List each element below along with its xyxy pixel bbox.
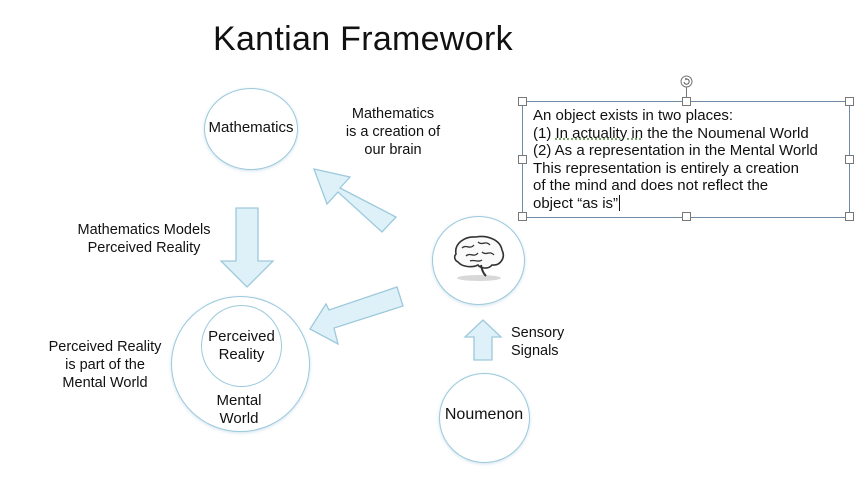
brain-icon — [453, 235, 505, 281]
perceived-part-line2: is part of the — [65, 357, 145, 373]
sensory-signals-label: Sensory Signals — [511, 324, 564, 360]
math-creation-line3: our brain — [364, 142, 422, 158]
rotate-handle-icon[interactable] — [680, 75, 693, 88]
selected-text-box[interactable]: An object exists in two places: (1) In a… — [522, 101, 850, 218]
textbox-line4: This representation is entirely a creati… — [533, 159, 799, 177]
textbox-line5: of the mind and does not reflect the — [533, 177, 769, 194]
math-creation-label: Mathematics is a creation of our brain — [323, 105, 463, 159]
resize-handle-nw[interactable] — [518, 97, 527, 106]
textbox-line2: (1) In actuality in the the Noumenal Wor… — [523, 125, 849, 143]
resize-handle-n[interactable] — [682, 97, 691, 106]
perceived-reality-line2: Reality — [218, 346, 265, 363]
perceived-reality-label: Perceived Reality — [201, 328, 282, 364]
textbox-line1: An object exists in two places: — [533, 107, 734, 124]
math-models-line2: Perceived Reality — [87, 240, 201, 256]
resize-handle-w[interactable] — [518, 155, 527, 164]
resize-handle-se[interactable] — [845, 212, 854, 221]
arrow-brain-to-math — [312, 168, 398, 233]
arrow-noumenon-to-brain — [463, 319, 503, 361]
sensory-line1: Sensory — [511, 325, 565, 341]
mathematics-label: Mathematics — [208, 119, 294, 136]
resize-handle-s[interactable] — [682, 212, 691, 221]
noumenon-label: Noumenon — [444, 406, 524, 423]
mental-world-line2: World — [219, 410, 259, 427]
math-creation-line1: Mathematics — [351, 106, 435, 122]
resize-handle-e[interactable] — [845, 155, 854, 164]
perceived-part-label: Perceived Reality is part of the Mental … — [38, 338, 172, 392]
math-creation-line2: is a creation of — [345, 124, 441, 140]
perceived-part-line3: Mental World — [62, 375, 148, 391]
mental-world-line1: Mental — [216, 392, 262, 409]
arrow-brain-to-mental — [309, 286, 404, 346]
sensory-line2: Signals — [511, 343, 559, 359]
math-models-line1: Mathematics Models — [77, 222, 211, 238]
mental-world-label: Mental World — [200, 392, 278, 428]
textbox-line6-text: object “as is” — [533, 194, 619, 212]
resize-handle-ne[interactable] — [845, 97, 854, 106]
math-models-label: Mathematics Models Perceived Reality — [55, 221, 233, 257]
textbox-line2-prefix: (1) — [533, 124, 556, 142]
perceived-reality-line1: Perceived — [208, 328, 275, 345]
resize-handle-sw[interactable] — [518, 212, 527, 221]
perceived-part-line1: Perceived Reality — [48, 339, 162, 355]
text-cursor — [619, 194, 621, 211]
textbox-line6: object “as is” — [523, 194, 849, 213]
textbox-line2-suffix: the the Noumenal World — [643, 124, 809, 142]
textbox-line3: (2) As a representation in the Mental Wo… — [533, 142, 818, 159]
textbox-line2-underlined: In actuality in — [555, 124, 644, 142]
